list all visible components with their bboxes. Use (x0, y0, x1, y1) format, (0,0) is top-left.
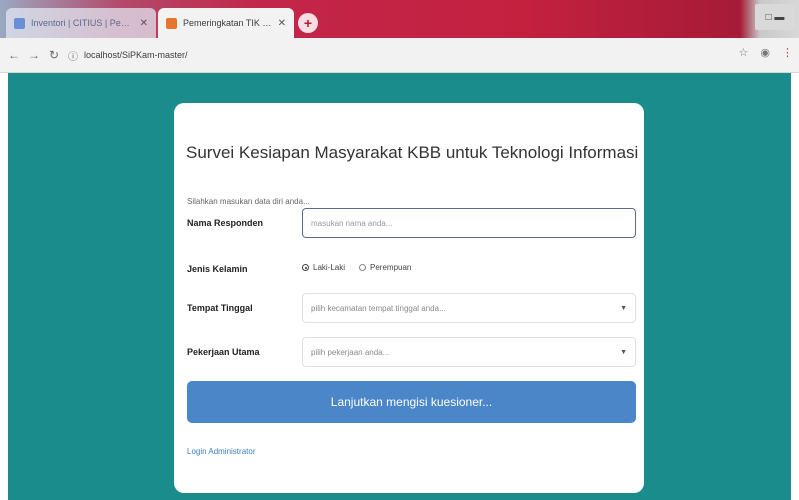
star-icon[interactable]: ☆ (739, 46, 749, 59)
info-icon[interactable]: ⓘ (68, 48, 78, 63)
name-label: Nama Responden (187, 218, 264, 228)
url-text: localhost/SiPKam-master/ (84, 50, 188, 60)
close-icon[interactable]: ✕ (278, 18, 286, 29)
instruction-text: Silahkan masukan data diri anda... (187, 197, 310, 206)
forward-arrow-icon[interactable]: → (26, 47, 42, 63)
address-bar-row: ← → ↻ ⓘ localhost/SiPKam-master/ ☆ ◉ ⋮ (0, 38, 799, 73)
site-favicon-icon (166, 17, 177, 29)
window-controls-label: □ ▬ (765, 11, 785, 23)
new-tab-button[interactable]: + (298, 13, 318, 33)
page-title: Survei Kesiapan Masyarakat KBB untuk Tek… (186, 143, 639, 162)
residence-select-placeholder: pilih kecamatan tempat tinggal anda... (311, 303, 446, 313)
browser-tab-inventori[interactable]: Inventori | CITIUS | Pengelolaan ✕ (6, 8, 156, 38)
chevron-down-icon: ▼ (620, 304, 627, 312)
url-field[interactable]: ⓘ localhost/SiPKam-master/ (68, 44, 708, 66)
occupation-select[interactable]: pilih pekerjaan anda... ▼ (302, 337, 636, 367)
residence-label: Tempat Tinggal (187, 303, 253, 313)
back-arrow-icon[interactable]: ← (6, 47, 22, 63)
gender-option-label: Perempuan (370, 263, 412, 272)
tab-title: Pemeringkatan TIK KBB (183, 18, 272, 28)
browser-tab-pemeringkatan[interactable]: Pemeringkatan TIK KBB ✕ (158, 8, 294, 38)
menu-icon[interactable]: ⋮ (782, 46, 793, 59)
gender-option-label: Laki-Laki (313, 263, 346, 272)
residence-select[interactable]: pilih kecamatan tempat tinggal anda... ▼ (302, 293, 636, 323)
continue-questionnaire-button[interactable]: Lanjutkan mengisi kuesioner... (187, 381, 636, 423)
toolbar-icons: ☆ ◉ ⋮ (739, 46, 793, 59)
gender-radio-group: Laki-Laki Perempuan (302, 263, 411, 272)
page-background: Survei Kesiapan Masyarakat KBB untuk Tek… (8, 73, 791, 500)
gender-option-male[interactable]: Laki-Laki (302, 263, 345, 272)
close-icon[interactable]: ✕ (140, 18, 148, 29)
occupation-select-placeholder: pilih pekerjaan anda... (311, 347, 390, 357)
tab-title: Inventori | CITIUS | Pengelolaan (31, 18, 134, 28)
admin-login-link[interactable]: Login Administrator (187, 447, 255, 456)
window-controls[interactable]: □ ▬ (755, 4, 795, 30)
radio-unchecked-icon[interactable] (359, 264, 367, 271)
browser-tab-strip: Inventori | CITIUS | Pengelolaan ✕ Pemer… (0, 0, 799, 38)
name-input[interactable] (302, 208, 636, 238)
site-favicon-icon (14, 17, 25, 29)
gender-option-female[interactable]: Perempuan (359, 263, 411, 272)
extension-icon[interactable]: ◉ (760, 46, 770, 59)
chevron-down-icon: ▼ (620, 348, 627, 356)
occupation-label: Pekerjaan Utama (187, 347, 260, 357)
radio-checked-icon[interactable] (302, 264, 309, 271)
background-window-title (328, 14, 508, 28)
survey-card: Survei Kesiapan Masyarakat KBB untuk Tek… (174, 103, 644, 493)
gender-label: Jenis Kelamin (187, 264, 248, 274)
reload-icon[interactable]: ↻ (46, 47, 62, 63)
